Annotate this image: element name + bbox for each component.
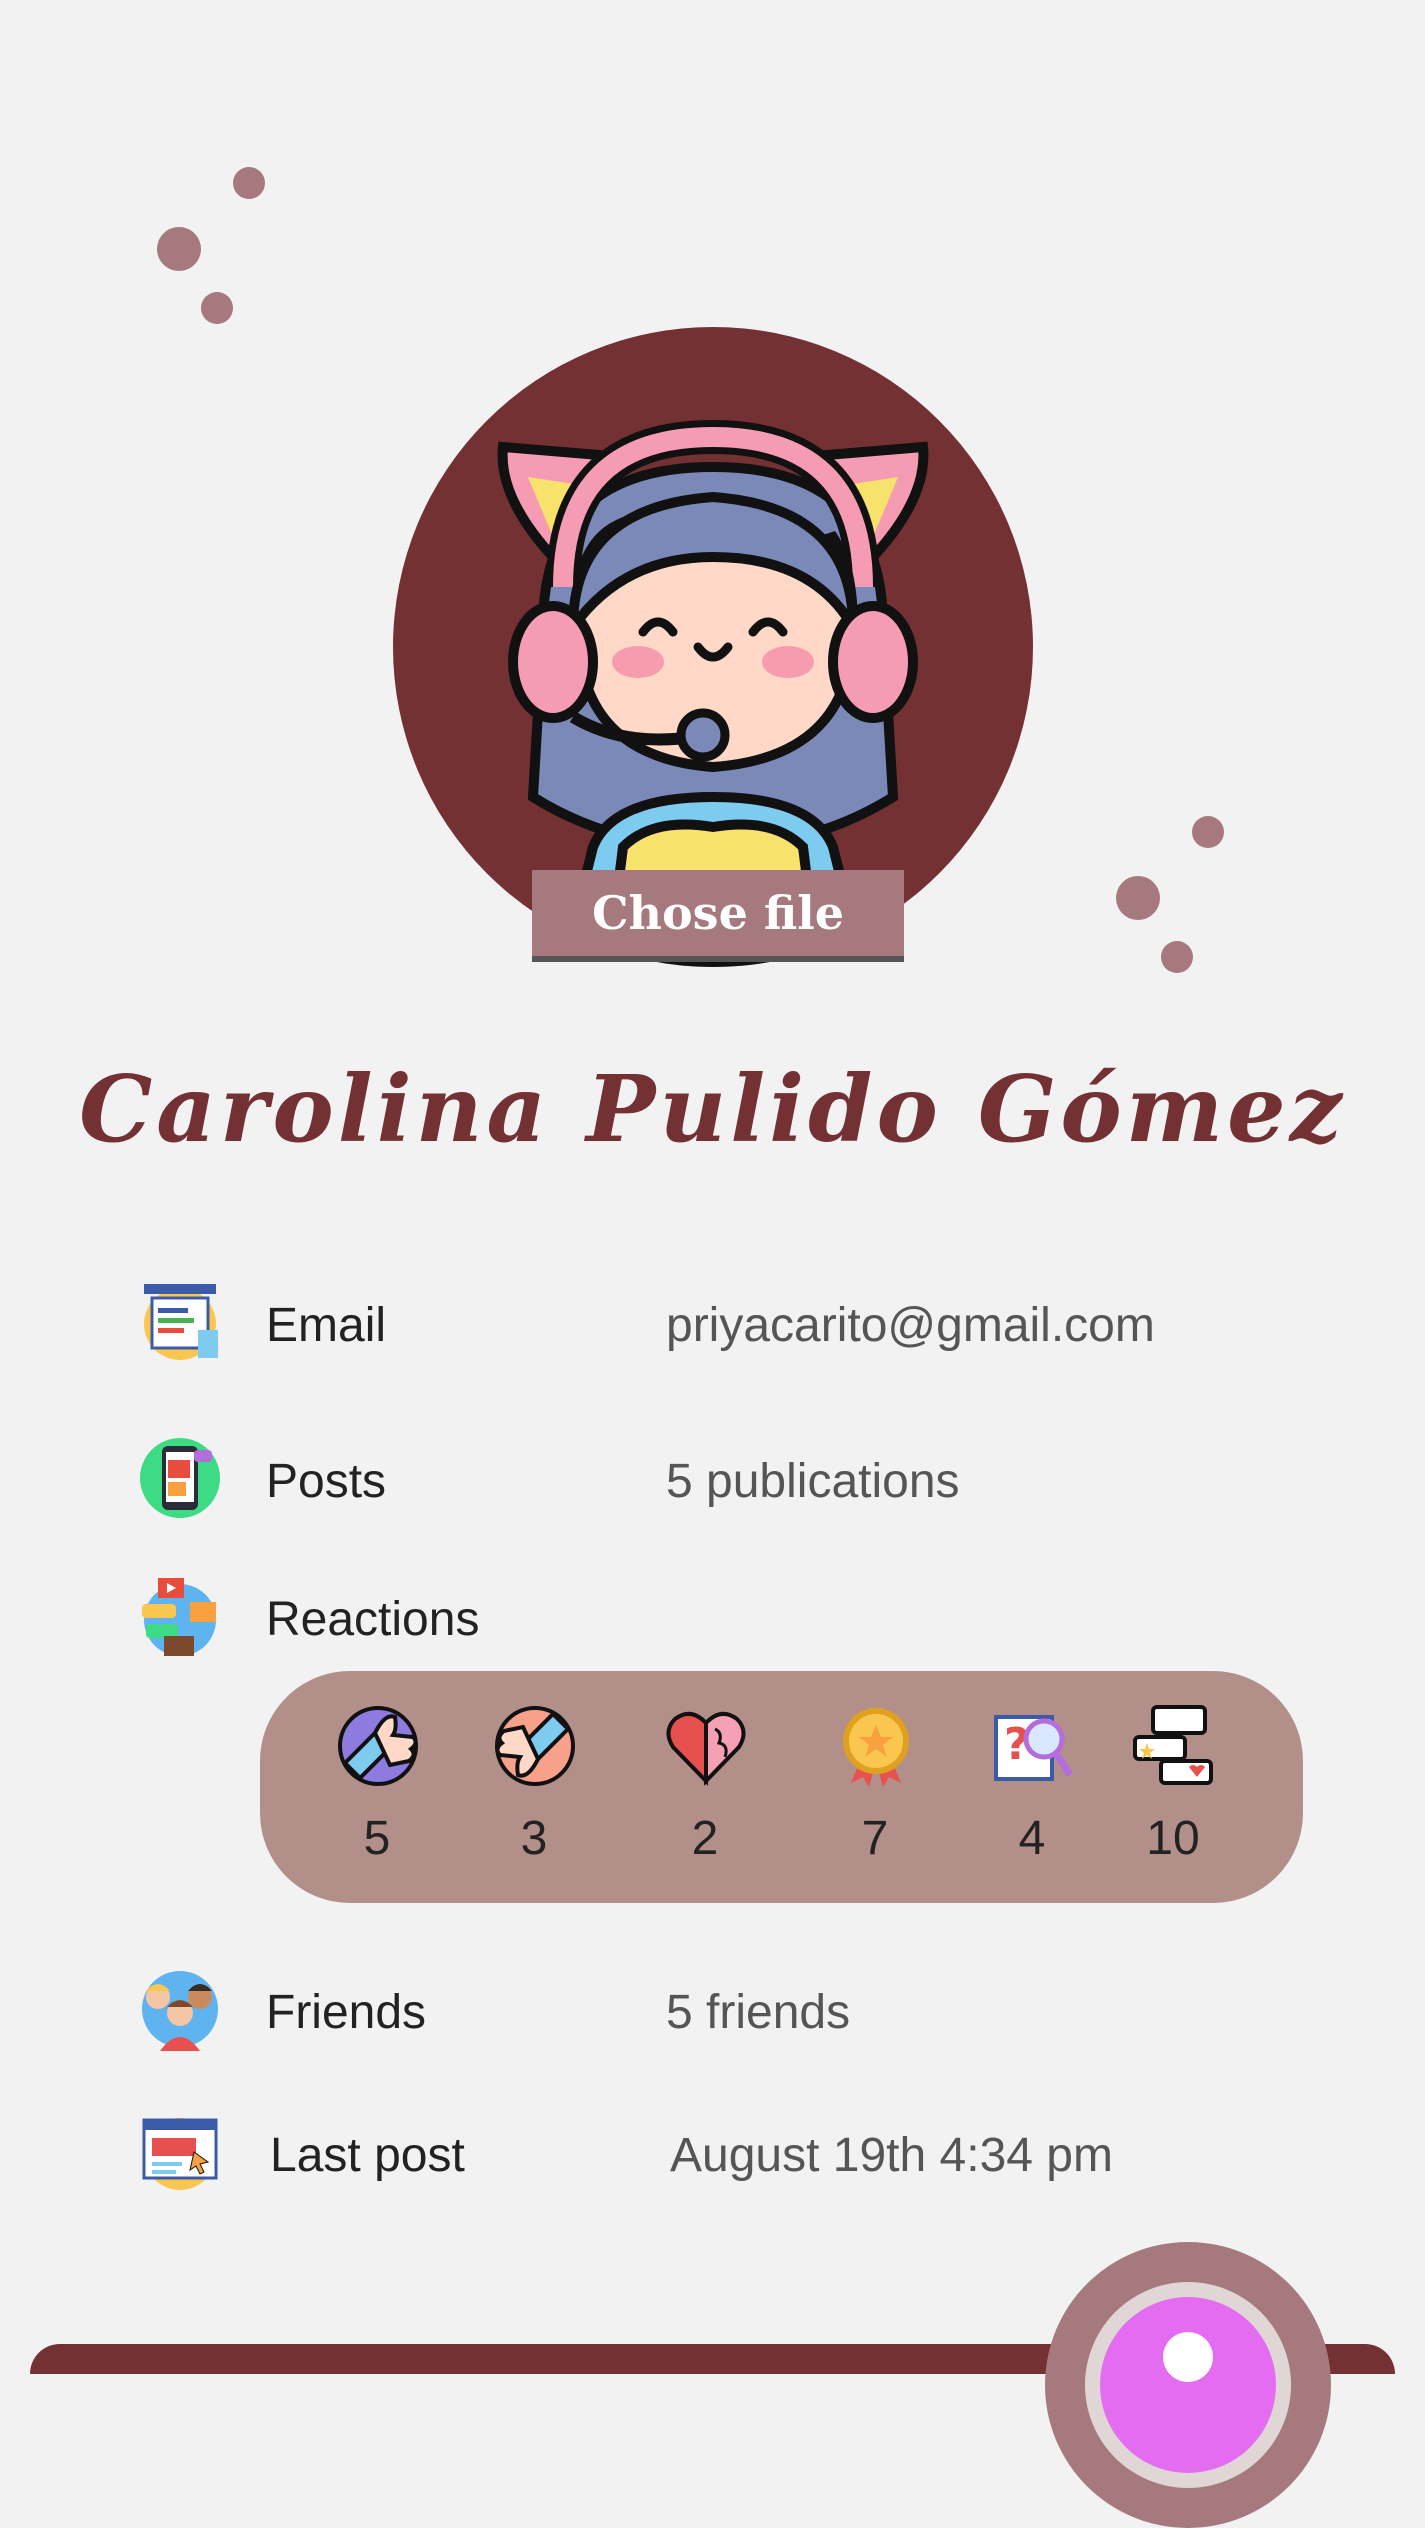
decor-dot [1161, 941, 1193, 973]
last-post-label: Last post [270, 2129, 465, 2182]
last-post-value: August 19th 4:34 pm [670, 2129, 1113, 2182]
medal-icon [843, 1708, 909, 1787]
reaction-chat[interactable]: 10 [1113, 1671, 1233, 1903]
posts-value: 5 publications [666, 1455, 960, 1508]
question-search-icon: ? [994, 1715, 1073, 1781]
decor-dot [1116, 876, 1160, 920]
decor-dot [233, 167, 265, 199]
reaction-heart-brain[interactable]: 2 [645, 1671, 765, 1903]
reaction-thumbs-down[interactable]: 3 [474, 1671, 594, 1903]
email-label: Email [266, 1299, 387, 1352]
choose-file-button[interactable]: Chose file [532, 870, 904, 962]
reaction-count: 3 [520, 1812, 548, 1865]
decor-dot [1192, 816, 1224, 848]
profile-fab-inner[interactable] [1100, 2297, 1276, 2473]
decor-dot [157, 227, 201, 271]
email-list-icon [138, 1280, 222, 1364]
heart-brain-icon [666, 1711, 746, 1786]
reactions-panel: 5 3 2 7 ? 4 10 [260, 1671, 1303, 1903]
reaction-count: 5 [363, 1812, 391, 1865]
posts-label: Posts [266, 1455, 387, 1508]
friends-value: 5 friends [666, 1986, 851, 2039]
reaction-count: 2 [691, 1812, 719, 1865]
friends-label: Friends [266, 1986, 427, 2039]
thumbs-up-icon [338, 1706, 418, 1786]
chat-bubbles-icon [1133, 1705, 1213, 1785]
profile-name: Carolina Pulido Gómez [79, 1055, 1346, 1163]
reactions-row: Reactions [0, 1574, 1425, 1664]
browser-post-icon [138, 2110, 222, 2194]
reaction-count: 4 [1018, 1812, 1046, 1865]
reaction-thumbs-up[interactable]: 5 [317, 1671, 437, 1903]
friends-row: Friends 5 friends [0, 1967, 1425, 2057]
reaction-question[interactable]: ? 4 [972, 1671, 1092, 1903]
phone-post-icon [138, 1436, 222, 1520]
email-value: priyacarito@gmail.com [666, 1299, 1155, 1352]
last-post-row: Last post August 19th 4:34 pm [0, 2110, 1425, 2200]
email-row: Email priyacarito@gmail.com [0, 1280, 1425, 1370]
reaction-medal[interactable]: 7 [815, 1671, 935, 1903]
posts-row: Posts 5 publications [0, 1436, 1425, 1526]
decor-dot [201, 292, 233, 324]
user-icon [1163, 2332, 1213, 2382]
thumbs-down-icon [495, 1706, 575, 1786]
reaction-count: 7 [861, 1812, 889, 1865]
reaction-count: 10 [1146, 1812, 1200, 1865]
reactions-label: Reactions [266, 1593, 480, 1646]
media-reactions-icon [138, 1574, 222, 1658]
friends-group-icon [138, 1967, 222, 2051]
